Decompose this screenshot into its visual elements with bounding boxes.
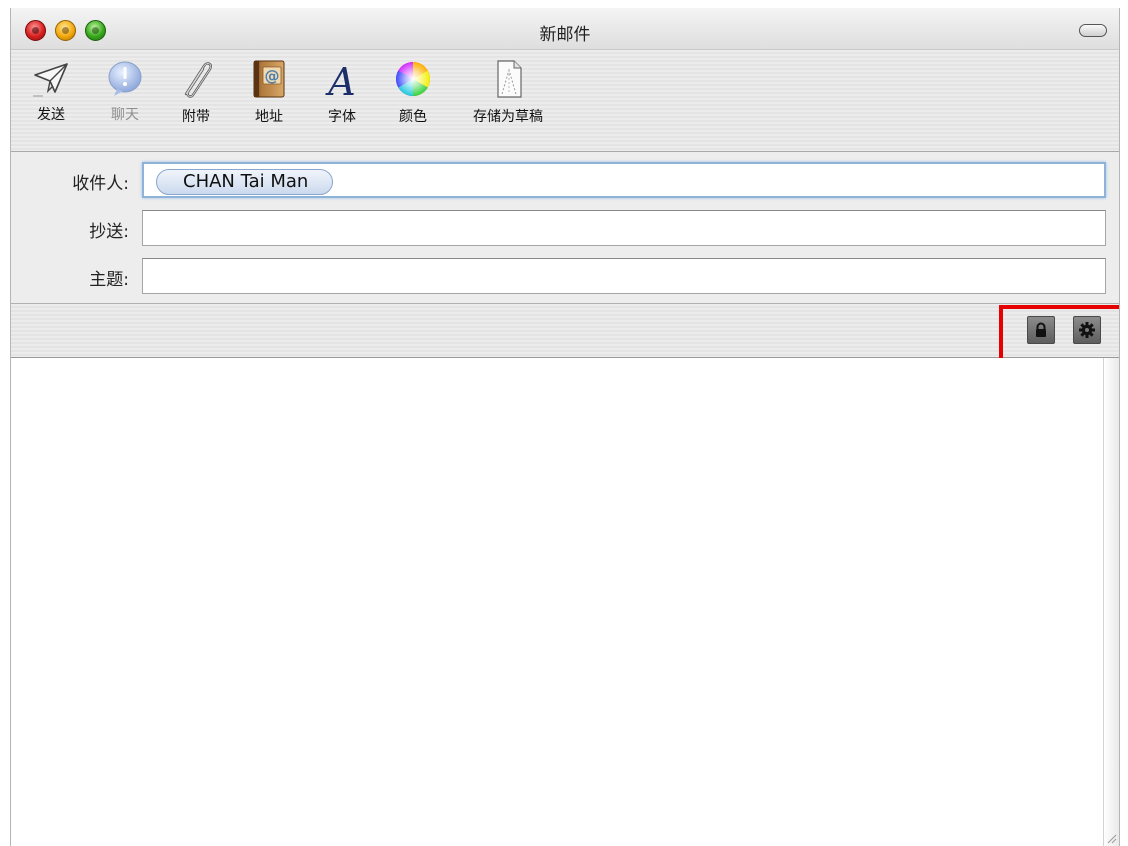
paperclip-icon xyxy=(184,62,212,98)
chat-label: 聊天 xyxy=(111,107,139,123)
svg-text:@: @ xyxy=(265,67,280,85)
to-label: 收件人: xyxy=(72,174,129,194)
font-icon: A xyxy=(325,60,355,100)
address-book-icon: @ xyxy=(253,60,285,98)
cc-field[interactable] xyxy=(142,210,1106,246)
vertical-scrollbar[interactable] xyxy=(1103,358,1119,846)
colors-button[interactable]: 颜色 xyxy=(391,58,435,126)
accessory-bar xyxy=(11,304,1119,358)
fonts-label: 字体 xyxy=(328,109,356,125)
save-as-draft-label: 存储为草稿 xyxy=(473,109,543,125)
recipient-token[interactable]: CHAN Tai Man xyxy=(156,169,334,195)
colors-label: 颜色 xyxy=(399,109,427,125)
subject-field[interactable] xyxy=(142,258,1106,294)
chat-bubble-icon xyxy=(108,61,142,96)
header-fields: 收件人: CHAN Tai Man 抄送: 主题: xyxy=(11,152,1119,304)
toolbar: 发送 聊天 附带 @ 地址 A 字体 颜色 存储为草稿 xyxy=(11,50,1119,152)
subject-row: 主题: xyxy=(11,258,1119,294)
draft-page-icon xyxy=(497,60,522,98)
toolbar-toggle-button[interactable] xyxy=(1079,24,1107,37)
svg-text:A: A xyxy=(325,60,355,100)
window-title: 新邮件 xyxy=(539,25,591,45)
save-as-draft-button[interactable]: 存储为草稿 xyxy=(459,58,557,126)
cc-label: 抄送: xyxy=(89,222,129,242)
to-row: 收件人: CHAN Tai Man xyxy=(11,162,1119,198)
attach-label: 附带 xyxy=(182,109,210,125)
message-body[interactable] xyxy=(11,358,1104,846)
attach-button[interactable]: 附带 xyxy=(174,58,218,126)
send-label: 发送 xyxy=(37,107,65,123)
send-paper-plane-icon xyxy=(33,63,68,97)
cc-row: 抄送: xyxy=(11,210,1119,246)
resize-grip-icon[interactable] xyxy=(1105,832,1117,844)
address-button[interactable]: @ 地址 xyxy=(247,58,291,126)
send-button[interactable]: 发送 xyxy=(29,58,73,124)
title-bar: 新邮件 xyxy=(11,8,1119,50)
chat-button[interactable]: 聊天 xyxy=(103,58,147,124)
address-label: 地址 xyxy=(255,109,283,125)
subject-label: 主题: xyxy=(89,270,129,290)
color-wheel-icon xyxy=(396,62,430,96)
highlight-box xyxy=(999,305,1119,362)
fonts-button[interactable]: A 字体 xyxy=(320,58,364,126)
mail-compose-window: 新邮件 发送 聊天 附带 @ 地址 A 字体 颜色 存储为草稿 收件人: CHA… xyxy=(10,8,1120,846)
to-field[interactable]: CHAN Tai Man xyxy=(142,162,1106,198)
